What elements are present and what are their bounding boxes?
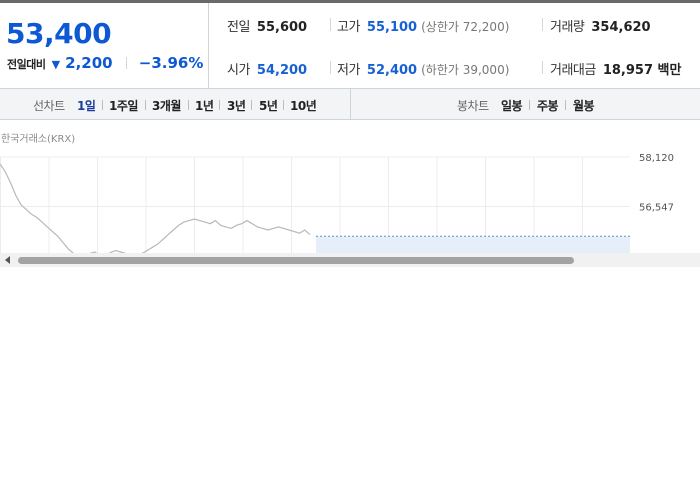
y-tick-label: 58,120 xyxy=(639,153,674,164)
current-price: 53,400 xyxy=(6,17,112,50)
divider xyxy=(529,100,530,110)
stat-high: 고가 55,100 (상한가 72,200) xyxy=(337,16,509,35)
divider xyxy=(283,100,284,110)
stat-label: 고가 xyxy=(337,20,360,35)
stat-label: 저가 xyxy=(337,63,360,78)
stat-volume: 거래량 354,620 xyxy=(550,16,651,35)
change-label: 전일대비 xyxy=(7,58,46,71)
y-axis-labels: 58,12056,54754,974 xyxy=(639,153,674,254)
tab-10-years[interactable]: 10년 xyxy=(290,97,317,114)
prev-close-reference xyxy=(316,235,630,254)
stat-value: 54,200 xyxy=(256,63,308,78)
chart-range-bar: 선차트 1일 1주일 3개월 1년 3년 5년 10년 봉차트 일봉 주봉 월봉 xyxy=(0,89,700,120)
line-chart-tabs: 선차트 1일 1주일 3개월 1년 3년 5년 10년 xyxy=(0,89,351,119)
stat-open: 시가 54,200 xyxy=(227,59,307,78)
tab-weekly-candle[interactable]: 주봉 xyxy=(537,97,559,114)
divider xyxy=(125,57,127,69)
y-tick-label: 56,547 xyxy=(639,203,674,214)
divider xyxy=(102,100,103,110)
scrollbar-thumb[interactable] xyxy=(18,257,574,264)
price-series xyxy=(0,163,311,254)
quote-summary: 53,400 전일대비 ▼ 2,200 −3.96% 전일 55,600 고가 55… xyxy=(0,3,700,89)
divider xyxy=(330,61,331,74)
tab-1-day[interactable]: 1일 xyxy=(77,97,96,114)
divider xyxy=(542,61,543,74)
stat-value: 55,100 xyxy=(366,20,418,35)
prev-close-band xyxy=(316,236,630,254)
divider xyxy=(188,100,189,110)
scroll-left-arrow-icon[interactable] xyxy=(5,256,10,264)
tab-5-years[interactable]: 5년 xyxy=(259,97,278,114)
price-box: 53,400 전일대비 ▼ 2,200 −3.96% xyxy=(0,3,209,88)
upper-limit: (상한가 72,200) xyxy=(421,20,510,34)
stat-value: 18,957 백만 xyxy=(602,63,682,78)
change-rate: −3.96% xyxy=(138,54,204,72)
tab-monthly-candle[interactable]: 월봉 xyxy=(573,97,595,114)
tab-daily-candle[interactable]: 일봉 xyxy=(501,97,523,114)
divider xyxy=(251,100,252,110)
data-source: 한국거래소(KRX) xyxy=(1,134,76,145)
tab-3-years[interactable]: 3년 xyxy=(227,97,246,114)
change-amount: 2,200 xyxy=(65,54,113,72)
candle-chart-title: 봉차트 xyxy=(457,99,489,113)
stat-prev-close: 전일 55,600 xyxy=(227,16,307,35)
tab-3-months[interactable]: 3개월 xyxy=(152,97,181,114)
stat-trade-value: 거래대금 18,957 백만 xyxy=(550,59,681,78)
change-row: 전일대비 ▼ 2,200 −3.96% xyxy=(7,53,203,72)
stat-label: 거래대금 xyxy=(550,63,596,78)
stat-label: 거래량 xyxy=(550,20,585,35)
lower-limit: (하한가 39,000) xyxy=(421,63,510,77)
stat-label: 전일 xyxy=(227,20,250,35)
divider xyxy=(565,100,566,110)
down-triangle-icon: ▼ xyxy=(51,58,61,71)
tab-1-week[interactable]: 1주일 xyxy=(109,97,138,114)
stat-value: 55,600 xyxy=(256,20,308,35)
chart-scrollbar[interactable] xyxy=(0,253,700,267)
divider xyxy=(330,18,331,31)
tab-1-year[interactable]: 1년 xyxy=(195,97,214,114)
stat-low: 저가 52,400 (하한가 39,000) xyxy=(337,59,509,78)
stat-value: 52,400 xyxy=(366,63,418,78)
intraday-price-chart: 58,12056,54754,974 xyxy=(0,153,674,254)
divider xyxy=(219,100,220,110)
price-line xyxy=(0,163,311,254)
divider xyxy=(145,100,146,110)
stat-label: 시가 xyxy=(227,63,250,78)
line-chart-title: 선차트 xyxy=(33,99,65,113)
divider xyxy=(542,18,543,31)
stat-value: 354,620 xyxy=(591,20,651,35)
